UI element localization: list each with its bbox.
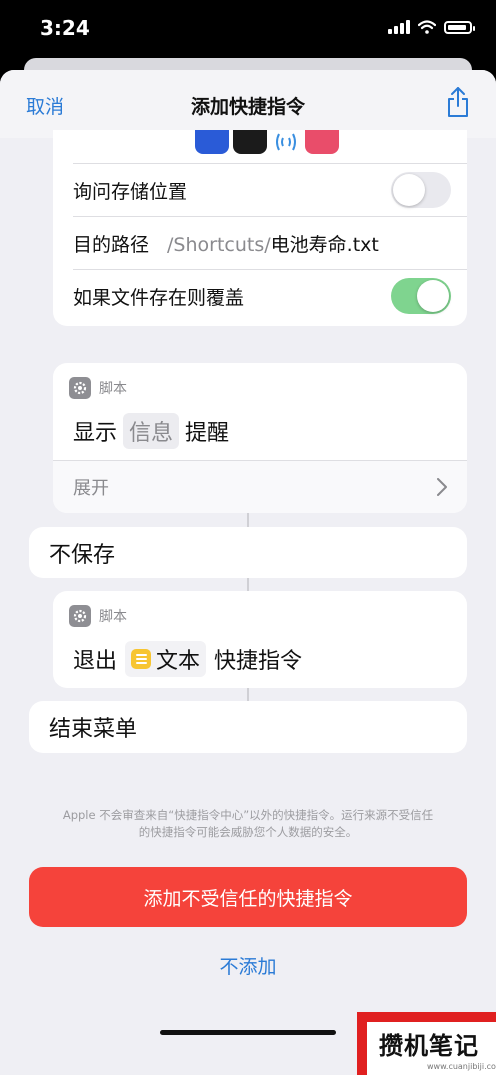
exit-shortcut-card: 脚本 退出 文本 快捷指令	[53, 591, 467, 688]
destination-filename: 电池寿命.txt	[270, 233, 379, 256]
gear-icon	[69, 377, 91, 399]
watermark-url: www.cuanjibiji.com	[427, 1062, 496, 1071]
action-noun: 快捷指令	[214, 649, 303, 674]
icloud-icon	[233, 130, 267, 154]
ask-location-toggle[interactable]	[391, 172, 451, 208]
flow-connector	[247, 513, 249, 527]
watermark-logo: 攒机笔记 www.cuanjibiji.com	[357, 1012, 496, 1075]
nav-bar: 取消 添加快捷指令	[0, 70, 496, 138]
destination-path-row: 目的路径 /Shortcuts/电池寿命.txt	[53, 217, 467, 269]
overwrite-toggle[interactable]	[391, 278, 451, 314]
share-sheet-icon	[305, 130, 339, 154]
wifi-icon	[418, 20, 436, 34]
save-file-card: 询问存储位置 目的路径 /Shortcuts/电池寿命.txt 如果文件存在则覆…	[53, 130, 467, 326]
end-menu-item[interactable]: 结束菜单	[29, 701, 467, 753]
exit-action-text: 退出 文本 快捷指令	[73, 641, 302, 677]
page-title: 添加快捷指令	[190, 96, 305, 118]
status-icons	[388, 20, 475, 34]
category-label: 脚本	[99, 609, 127, 625]
expand-label: 展开	[73, 478, 109, 499]
status-bar: 3:24	[0, 0, 496, 62]
show-alert-card: 脚本 显示 信息 提醒 展开	[53, 363, 467, 513]
script-category: 脚本	[69, 377, 127, 399]
warning-line: Apple 不会审查来自“快捷指令中心”以外的快捷指令。运行来源不受信任	[62, 808, 434, 822]
destination-label: 目的路径	[73, 233, 150, 256]
battery-icon	[444, 20, 475, 34]
home-indicator	[160, 1030, 336, 1035]
expand-row[interactable]: 展开	[53, 461, 467, 513]
flow-connector	[247, 578, 249, 591]
overwrite-label: 如果文件存在则覆盖	[73, 286, 245, 309]
flow-connector	[247, 688, 249, 701]
variable-label: 文本	[156, 649, 201, 674]
script-category: 脚本	[69, 605, 127, 627]
action-verb: 退出	[73, 649, 118, 674]
action-verb: 显示	[73, 421, 118, 446]
status-time: 3:24	[40, 16, 90, 40]
airdrop-icon	[276, 133, 296, 151]
gear-icon	[69, 605, 91, 627]
watermark-text: 攒机笔记	[379, 1032, 479, 1060]
action-noun: 提醒	[185, 421, 230, 446]
category-label: 脚本	[99, 381, 127, 397]
warning-line: 的快捷指令可能会威胁您个人数据的安全。	[138, 825, 358, 839]
dropbox-icon	[195, 130, 229, 154]
menu-item-label: 不保存	[49, 542, 116, 568]
add-shortcut-sheet: 取消 添加快捷指令 询问存储位置 目的路径 /Shortcuts/电池寿命.tx…	[0, 70, 496, 1075]
chevron-right-icon	[437, 478, 447, 496]
destination-folder: /Shortcuts/	[167, 233, 271, 256]
share-icon[interactable]	[446, 86, 470, 118]
ask-location-row: 询问存储位置	[53, 164, 467, 216]
menu-item-no-save[interactable]: 不保存	[29, 527, 467, 578]
cellular-signal-icon	[388, 20, 410, 34]
variable-token[interactable]: 信息	[123, 413, 180, 449]
destination-path-field[interactable]: /Shortcuts/电池寿命.txt	[167, 230, 379, 257]
notes-icon	[131, 649, 152, 669]
service-icons	[195, 130, 345, 154]
untrusted-warning: Apple 不会审查来自“快捷指令中心”以外的快捷指令。运行来源不受信任 的快捷…	[30, 807, 466, 841]
text-variable-token[interactable]: 文本	[125, 641, 207, 677]
overwrite-row: 如果文件存在则覆盖	[53, 270, 467, 322]
alert-action-text: 显示 信息 提醒	[73, 413, 229, 449]
end-menu-label: 结束菜单	[49, 717, 138, 742]
ask-location-label: 询问存储位置	[73, 180, 188, 203]
dont-add-button[interactable]: 不添加	[0, 952, 496, 979]
add-untrusted-shortcut-button[interactable]: 添加不受信任的快捷指令	[29, 867, 467, 927]
